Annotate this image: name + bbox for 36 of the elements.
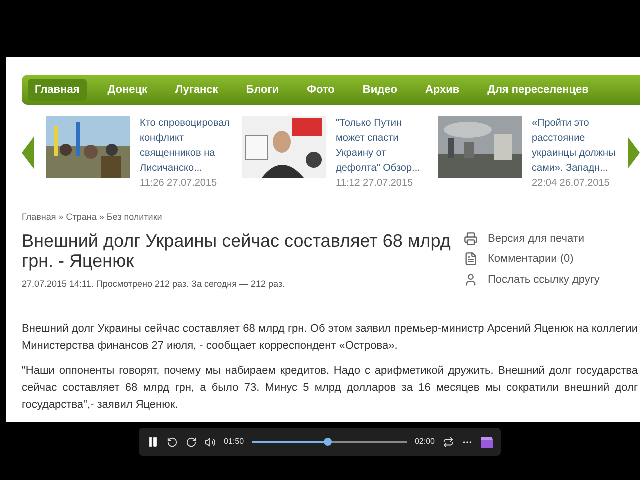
breadcrumb: Главная » Страна » Без политики [22,211,164,224]
news-time: 11:26 27.07.2015 [140,176,218,190]
repeat-icon[interactable] [443,436,454,448]
forward-icon[interactable] [186,436,197,448]
elapsed-time: 01:50 [224,436,244,448]
nav-tab[interactable]: Видео [356,79,404,101]
progress-thumb[interactable] [324,438,332,446]
nav-tab[interactable]: Для переселенцев [480,79,596,101]
rewind-icon[interactable] [167,436,178,448]
news-link[interactable]: «Пройти это расстояние украинцы должны сами». Западн... [532,116,622,176]
news-time: 11:12 27.07.2015 [336,176,414,190]
news-link[interactable]: "Только Путин может спасти Украину от дефолта" Обзор... [336,116,426,176]
news-time: 22:04 26.07.2015 [532,176,611,190]
previous-arrow-icon[interactable] [22,137,34,169]
nav-tab[interactable]: Донецк [100,79,154,101]
nav-tab[interactable]: Фото [300,79,342,101]
nav-tab[interactable]: Главная [28,79,87,101]
volume-icon[interactable] [205,436,216,448]
nav-tab[interactable]: Луганск [168,79,226,101]
person-icon [464,272,478,287]
document-icon [464,252,478,266]
printer-icon [464,232,478,246]
article-link[interactable]: Версия для печати [488,230,585,247]
article-paragraph: "Наши оппоненты говорят, почему мы набираем кредитов. Надо с арифметикой дружить. Внешний долг государства сейчас составляет 68 млрд грн, а было 73. Минус 5 млрд долларов за 16 месяцев мы сократили внешний долг государства",- заявил Яценюк. [22,364,638,413]
article-title: Внешний долг Украины сейчас составляет 68 млрд грн. - Яценюк [22,230,452,270]
article-link[interactable]: Послать ссылку другу [488,272,600,288]
total-time: 02:00 [414,436,435,448]
pause-icon[interactable] [147,436,159,448]
news-link[interactable]: Кто спровоцировал конфликт священников на Лисичанско... [140,116,230,176]
article-paragraph: Внешний долг Украины сейчас составляет 68 млрд грн. Об этом заявил премьер-министр Арсений Яценюк на коллегии Министерства финансов 27 июля, - сообщает корреспондент «Острова». [22,322,638,354]
nav-tab[interactable]: Блоги [239,79,286,101]
article-link[interactable]: Комментарии (0) [488,251,574,268]
clapperboard-icon[interactable] [481,436,493,448]
article-meta: 27.07.2015 14:11. Просмотрено 212 раз. За сегодня — 212 раз. [22,278,286,291]
nav-tab[interactable]: Архив [418,79,467,101]
next-arrow-icon[interactable] [628,137,640,169]
